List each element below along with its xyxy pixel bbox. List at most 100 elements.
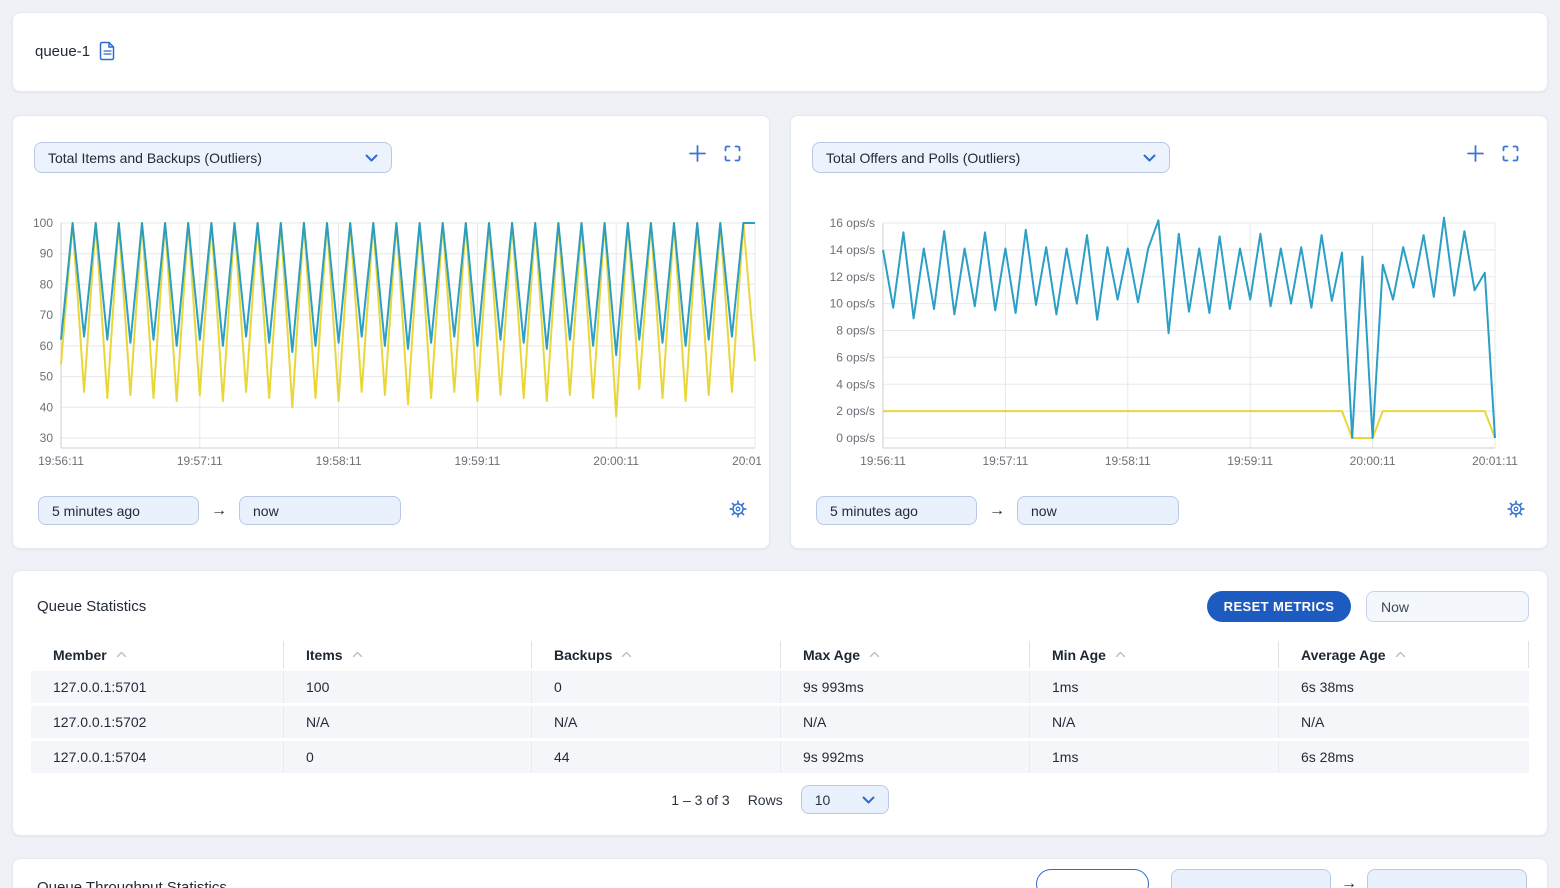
svg-text:2 ops/s: 2 ops/s [836, 404, 875, 418]
metric-select[interactable]: Total Offers and Polls (Outliers) [812, 142, 1170, 173]
sort-caret-icon [352, 651, 363, 658]
svg-text:100: 100 [33, 216, 53, 230]
svg-text:70: 70 [40, 308, 54, 322]
table-cell: N/A [283, 706, 531, 738]
time-from-input[interactable]: 5 minutes ago [816, 496, 977, 525]
chart-settings-button[interactable] [729, 500, 747, 518]
svg-text:20:01:11: 20:01:11 [732, 454, 761, 468]
add-chart-icon[interactable] [1467, 145, 1484, 162]
sort-caret-icon [869, 651, 880, 658]
table-header-row: Member Items Backups Max Age Min Age Average … [31, 641, 1529, 668]
table-cell: 44 [531, 741, 780, 773]
gear-icon [1507, 500, 1525, 518]
column-header[interactable]: Average Age [1278, 641, 1529, 668]
svg-text:40: 40 [40, 400, 54, 414]
time-from-input[interactable]: 5 minutes ago [38, 496, 199, 525]
rows-per-page-label: Rows [748, 792, 783, 808]
column-header[interactable]: Backups [531, 641, 780, 668]
svg-text:80: 80 [40, 277, 54, 291]
throughput-action-button[interactable] [1036, 869, 1149, 888]
time-to-input[interactable]: now [1017, 496, 1179, 525]
table-cell: N/A [531, 706, 780, 738]
time-to-input[interactable]: now [239, 496, 401, 525]
table-cell: 0 [283, 741, 531, 773]
svg-text:20:01:11: 20:01:11 [1472, 454, 1518, 468]
svg-text:4 ops/s: 4 ops/s [836, 377, 875, 391]
table-cell: 1ms [1029, 671, 1278, 703]
queue-header-card: queue-1 [12, 12, 1548, 92]
rows-per-page-value: 10 [815, 792, 831, 808]
queue-throughput-card: Queue Throughput Statistics → [12, 858, 1548, 888]
metric-select[interactable]: Total Items and Backups (Outliers) [34, 142, 392, 173]
sort-caret-icon [621, 651, 632, 658]
svg-text:19:58:11: 19:58:11 [316, 454, 362, 468]
svg-text:20:00:11: 20:00:11 [593, 454, 639, 468]
rows-per-page-select[interactable]: 10 [801, 785, 889, 814]
svg-text:8 ops/s: 8 ops/s [836, 324, 875, 338]
column-header-label: Min Age [1052, 647, 1106, 663]
queue-throughput-title: Queue Throughput Statistics [37, 879, 227, 888]
line-chart-items-backups[interactable]: 3040506070809010019:56:1119:57:1119:58:1… [21, 209, 761, 471]
queue-statistics-card: Queue Statistics RESET METRICS Now Membe… [12, 570, 1548, 836]
table-body: 127.0.0.1:570110009s 993ms1ms6s 38ms127.… [31, 671, 1529, 773]
svg-text:19:56:11: 19:56:11 [860, 454, 906, 468]
queue-statistics-title: Queue Statistics [37, 598, 146, 615]
time-to-input[interactable] [1367, 869, 1527, 888]
table-cell: N/A [780, 706, 1029, 738]
chevron-down-icon [365, 154, 378, 162]
metric-select-value: Total Offers and Polls (Outliers) [826, 150, 1020, 166]
fullscreen-icon[interactable] [1502, 145, 1519, 162]
svg-text:12 ops/s: 12 ops/s [830, 270, 875, 284]
time-to-value: now [1031, 503, 1057, 519]
table-cell: 9s 993ms [780, 671, 1029, 703]
svg-text:50: 50 [40, 370, 54, 384]
svg-text:19:57:11: 19:57:11 [177, 454, 223, 468]
chart-settings-button[interactable] [1507, 500, 1525, 518]
table-cell: N/A [1029, 706, 1278, 738]
reset-metrics-button[interactable]: RESET METRICS [1207, 591, 1351, 622]
table-cell: N/A [1278, 706, 1529, 738]
arrow-right-icon: → [1341, 875, 1357, 888]
pagination: 1 – 3 of 3 Rows 10 [13, 785, 1547, 814]
fullscreen-icon[interactable] [724, 145, 741, 162]
svg-text:90: 90 [40, 247, 54, 261]
table-row: 127.0.0.1:57040449s 992ms1ms6s 28ms [31, 741, 1529, 773]
svg-text:0 ops/s: 0 ops/s [836, 431, 875, 445]
svg-text:60: 60 [40, 339, 54, 353]
column-header-label: Backups [554, 647, 612, 663]
metric-select-value: Total Items and Backups (Outliers) [48, 150, 262, 166]
queue-statistics-table: Member Items Backups Max Age Min Age Average … [31, 641, 1529, 773]
svg-text:19:57:11: 19:57:11 [982, 454, 1028, 468]
table-cell: 6s 38ms [1278, 671, 1529, 703]
document-icon[interactable] [99, 41, 116, 61]
chevron-down-icon [1143, 154, 1156, 162]
table-row: 127.0.0.1:5702N/AN/AN/AN/AN/A [31, 706, 1529, 738]
svg-text:14 ops/s: 14 ops/s [830, 243, 875, 257]
column-header-label: Items [306, 647, 343, 663]
table-cell: 127.0.0.1:5704 [31, 741, 283, 773]
column-header[interactable]: Min Age [1029, 641, 1278, 668]
column-header-label: Average Age [1301, 647, 1386, 663]
column-header[interactable]: Items [283, 641, 531, 668]
sort-caret-icon [1395, 651, 1406, 658]
sort-caret-icon [116, 651, 127, 658]
line-chart-offers-polls[interactable]: 0 ops/s2 ops/s4 ops/s6 ops/s8 ops/s10 op… [799, 209, 1539, 471]
svg-text:19:56:11: 19:56:11 [38, 454, 84, 468]
column-header-label: Member [53, 647, 107, 663]
column-header-label: Max Age [803, 647, 860, 663]
pagination-range: 1 – 3 of 3 [671, 792, 729, 808]
table-cell: 1ms [1029, 741, 1278, 773]
column-header[interactable]: Member [31, 641, 283, 668]
arrow-right-icon: → [211, 502, 227, 520]
svg-text:19:59:11: 19:59:11 [1227, 454, 1273, 468]
time-from-input[interactable] [1171, 869, 1331, 888]
table-cell: 100 [283, 671, 531, 703]
metrics-time-input[interactable]: Now [1366, 591, 1529, 622]
svg-text:16 ops/s: 16 ops/s [830, 216, 875, 230]
svg-text:6 ops/s: 6 ops/s [836, 350, 875, 364]
table-cell: 127.0.0.1:5701 [31, 671, 283, 703]
add-chart-icon[interactable] [689, 145, 706, 162]
column-header[interactable]: Max Age [780, 641, 1029, 668]
sort-caret-icon [1115, 651, 1126, 658]
metrics-time-value: Now [1381, 599, 1409, 615]
